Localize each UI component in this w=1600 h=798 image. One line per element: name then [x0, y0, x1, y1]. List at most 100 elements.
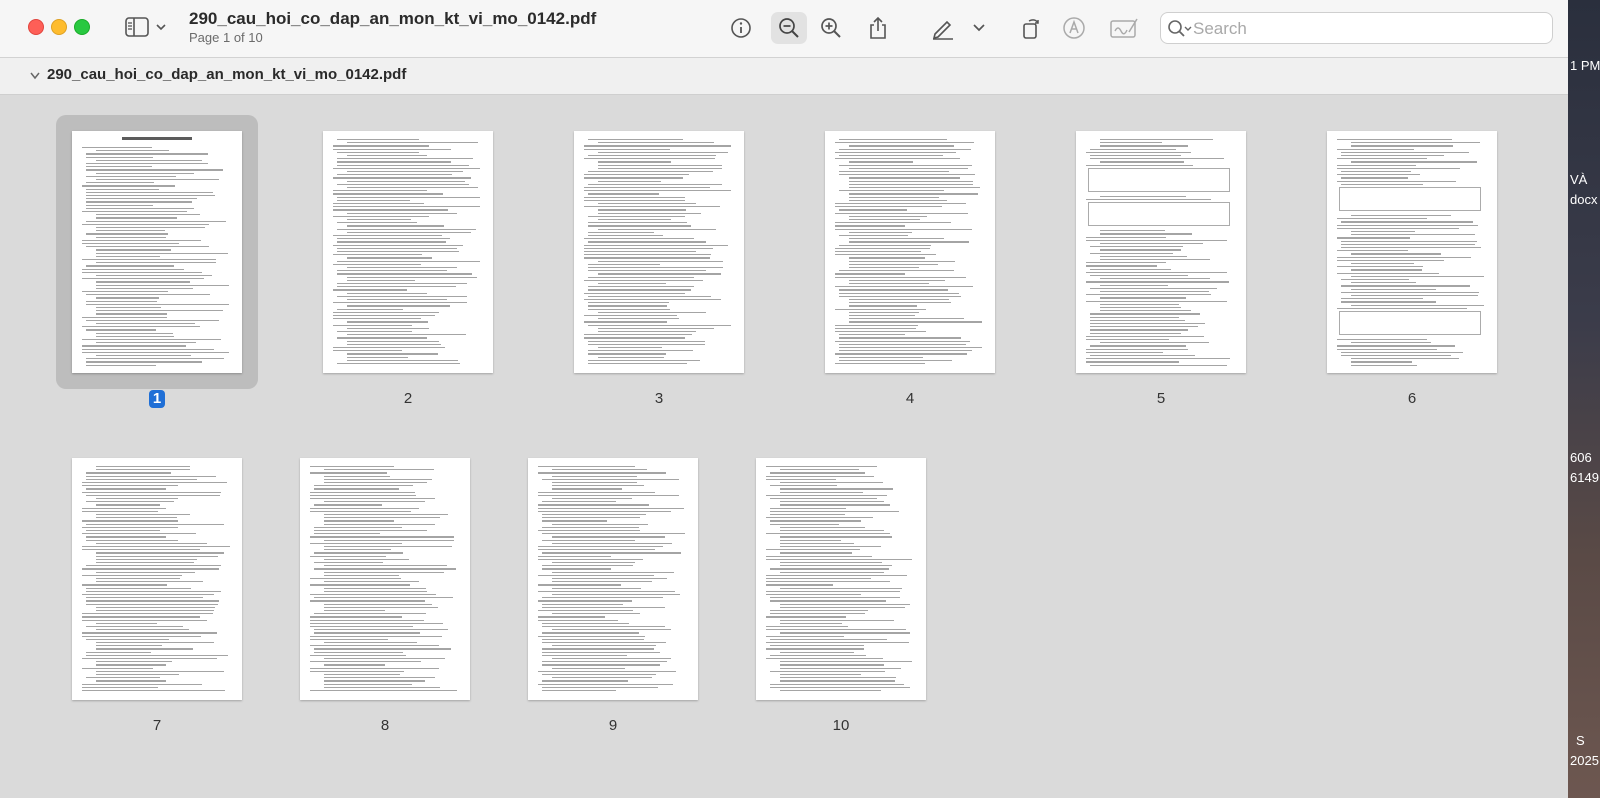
text-line — [337, 247, 457, 250]
text-line — [324, 546, 452, 548]
text-line — [86, 188, 159, 190]
text-line — [337, 228, 476, 230]
toolbar: 290_cau_hoi_co_dap_an_mon_kt_vi_mo_0142.… — [0, 0, 1568, 58]
text-line — [1090, 148, 1176, 150]
page-thumbnail[interactable] — [323, 131, 493, 373]
text-line — [770, 498, 877, 500]
page-thumbnail[interactable] — [574, 131, 744, 373]
text-line — [82, 574, 183, 577]
text-line — [96, 297, 160, 299]
text-line — [96, 622, 158, 625]
text-line — [96, 645, 162, 647]
disclosure-chevron-icon[interactable] — [29, 71, 41, 81]
text-line — [1086, 348, 1189, 350]
fullscreen-button[interactable] — [74, 19, 90, 35]
text-line — [835, 158, 961, 160]
text-line — [86, 626, 183, 628]
text-line — [835, 286, 974, 288]
text-line — [1100, 142, 1163, 144]
text-line — [310, 667, 440, 669]
rotate-button[interactable] — [1013, 12, 1049, 44]
text-line — [770, 645, 865, 647]
close-button[interactable] — [28, 19, 44, 35]
text-line — [96, 335, 175, 338]
text-line — [835, 142, 975, 144]
markup-menu-button[interactable] — [969, 12, 989, 44]
text-line — [538, 683, 673, 685]
text-line — [766, 626, 848, 628]
page-thumbnail[interactable] — [72, 131, 242, 373]
info-button[interactable] — [723, 12, 759, 44]
text-line — [1351, 295, 1479, 297]
text-line — [849, 167, 969, 170]
text-line — [96, 217, 178, 219]
text-line — [333, 215, 430, 218]
page-table — [1088, 167, 1230, 192]
text-line — [1351, 161, 1478, 163]
search-field[interactable] — [1160, 12, 1553, 44]
document-title[interactable]: 290_cau_hoi_co_dap_an_mon_kt_vi_mo_0142.… — [189, 9, 596, 29]
text-line — [1341, 247, 1482, 249]
text-line — [770, 683, 905, 685]
zoom-out-button[interactable] — [771, 12, 807, 44]
text-line — [598, 161, 671, 163]
page-thumbnail[interactable] — [72, 458, 242, 700]
text-line — [588, 343, 705, 346]
text-line — [542, 568, 612, 570]
text-line — [310, 555, 387, 557]
text-line — [770, 670, 885, 673]
page-thumbnail[interactable] — [756, 458, 926, 700]
markup-button[interactable] — [1056, 12, 1092, 44]
text-line — [310, 578, 401, 580]
text-line — [849, 241, 969, 243]
page-thumbnail[interactable] — [300, 458, 470, 700]
page-thumbnail[interactable] — [825, 131, 995, 373]
text-line — [86, 536, 166, 538]
text-line — [86, 488, 167, 490]
page-thumbnail[interactable] — [528, 458, 698, 700]
page-number-label: 2 — [403, 390, 413, 407]
text-line — [337, 270, 448, 272]
sidebar-toggle-button[interactable] — [124, 15, 170, 39]
text-line — [584, 337, 685, 339]
text-line — [96, 648, 194, 650]
text-line — [552, 562, 635, 564]
markup-pen-button[interactable] — [925, 12, 961, 44]
text-line — [333, 350, 402, 352]
text-line — [96, 606, 215, 609]
text-line — [1351, 253, 1441, 255]
text-line — [337, 158, 474, 160]
zoom-in-icon — [821, 18, 841, 38]
text-line — [1086, 294, 1211, 296]
text-line — [1337, 259, 1445, 262]
page-thumbnail[interactable] — [1076, 131, 1246, 373]
search-input[interactable] — [1191, 17, 1545, 41]
text-line — [82, 339, 222, 341]
text-line — [324, 571, 444, 573]
text-line — [333, 311, 440, 314]
text-line — [1100, 307, 1181, 309]
minimize-button[interactable] — [51, 19, 67, 35]
text-line — [770, 514, 845, 516]
text-line — [849, 199, 947, 202]
text-line — [337, 283, 468, 285]
share-icon — [870, 16, 886, 39]
signature-button[interactable] — [1106, 12, 1142, 44]
text-line — [86, 361, 202, 363]
zoom-in-button[interactable] — [813, 12, 849, 44]
text-line — [96, 355, 191, 357]
text-line — [584, 187, 710, 189]
text-line — [1100, 284, 1168, 286]
text-line — [588, 308, 670, 310]
text-line — [82, 351, 229, 354]
text-line — [588, 235, 663, 237]
text-line — [542, 674, 657, 676]
share-button[interactable] — [860, 12, 896, 44]
text-line — [835, 203, 967, 205]
text-line — [584, 145, 731, 147]
text-line — [538, 635, 646, 637]
text-line — [82, 482, 227, 484]
text-line — [584, 158, 716, 160]
page-thumbnail[interactable] — [1327, 131, 1497, 373]
text-line — [1337, 148, 1415, 150]
